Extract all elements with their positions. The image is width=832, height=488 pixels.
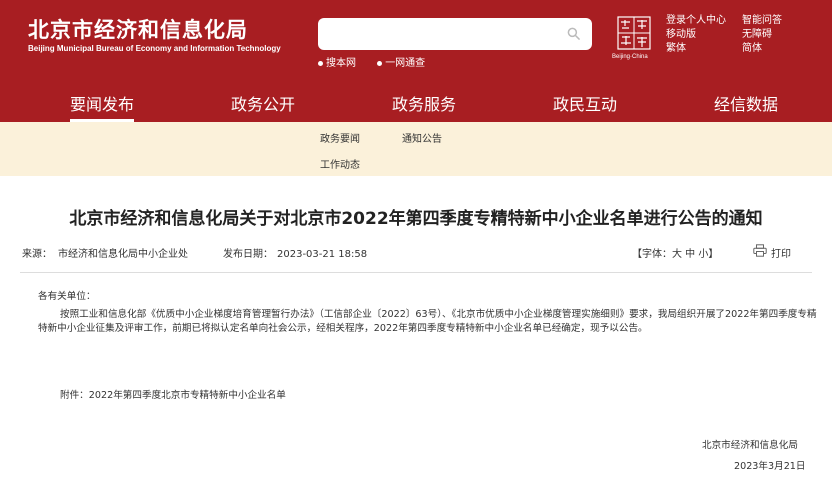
nav-public-interaction[interactable]: 政民互动 [553, 91, 617, 115]
article-title: 北京市经济和信息化局关于对北京市2022年第四季度专精特新中小企业名单进行公告的… [69, 209, 763, 229]
simplified-chinese-link[interactable]: 简体 [742, 42, 782, 56]
subnav-government-news[interactable]: 政务要闻 [320, 130, 360, 145]
article-publish-date: 发布日期： 2023-03-21 18:58 [223, 249, 368, 260]
radio-dot-icon [377, 60, 383, 66]
nav-economic-data[interactable]: 经信数据 [714, 91, 778, 115]
content-divider [20, 272, 812, 273]
capital-logo-caption: Beijing·China [612, 54, 648, 60]
search-scope-site[interactable]: 搜本网 [318, 54, 356, 69]
signature-date: 2023年3月21日 [734, 461, 806, 472]
top-links-left: 登录个人中心 移动版 繁体 [666, 14, 726, 56]
main-nav: 要闻发布 政务公开 政务服务 政民互动 经信数据 [0, 82, 832, 122]
search-input[interactable] [318, 18, 592, 50]
accessibility-link[interactable]: 无障碍 [742, 28, 782, 42]
nav-government-services[interactable]: 政务服务 [392, 91, 456, 115]
search-scope-options: 搜本网 一网通查 [318, 54, 443, 69]
top-links-right: 智能问答 无障碍 简体 [742, 14, 782, 56]
subnav-work-updates[interactable]: 工作动态 [320, 156, 360, 171]
signature-organization: 北京市经济和信息化局 [702, 440, 798, 451]
article-source: 来源： 市经济和信息化局中小企业处 [22, 249, 188, 260]
sub-nav: 政务要闻 通知公告 工作动态 [0, 122, 832, 176]
print-button[interactable]: 打印 [771, 245, 791, 260]
site-title-english: Beijing Municipal Bureau of Economy and … [28, 44, 281, 53]
site-title[interactable]: 北京市经济和信息化局 [28, 14, 248, 44]
search-icon[interactable] [567, 27, 580, 40]
article-attachment[interactable]: 附件：2022年第四季度北京市专精特新中小企业名单 [60, 389, 286, 403]
capital-logo-icon [617, 16, 651, 50]
mobile-version-link[interactable]: 移动版 [666, 28, 726, 42]
article-salutation: 各有关单位： [38, 291, 96, 302]
subnav-announcements[interactable]: 通知公告 [402, 130, 442, 145]
nav-government-affairs[interactable]: 政务公开 [231, 91, 295, 115]
radio-dot-icon [318, 60, 323, 66]
site-header: 北京市经济和信息化局 Beijing Municipal Bureau of E… [0, 0, 832, 122]
traditional-chinese-link[interactable]: 繁体 [666, 42, 726, 56]
article-paragraph: 按照工业和信息化部《优质中小企业梯度培育管理暂行办法》（工信部企业〔2022〕6… [38, 309, 817, 334]
search-scope-all[interactable]: 一网通查 [377, 54, 425, 69]
font-size-control[interactable]: 【字体：大 中 小】 [632, 245, 718, 260]
print-icon[interactable] [753, 244, 767, 257]
login-link[interactable]: 登录个人中心 [666, 14, 726, 28]
nav-news[interactable]: 要闻发布 [70, 91, 135, 122]
smart-qa-link[interactable]: 智能问答 [742, 14, 782, 28]
